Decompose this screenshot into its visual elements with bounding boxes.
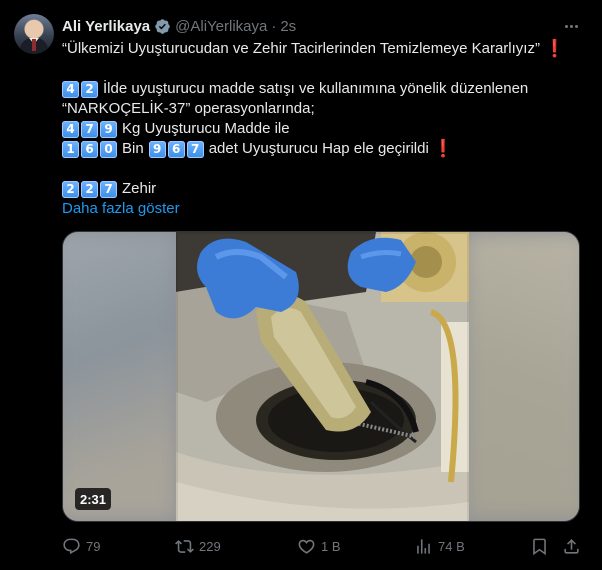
views-count: 74 B bbox=[438, 538, 465, 554]
keycap-digit: 2 bbox=[81, 80, 98, 98]
tweet-line-7: Daha fazla göster bbox=[62, 199, 582, 219]
keycap-digit: 7 bbox=[100, 180, 117, 198]
share-icon bbox=[564, 538, 579, 554]
tweet-text-segment: İlde uyuşturucu madde satışı ve kullanım… bbox=[103, 80, 529, 97]
exclamation-icon: ❗ bbox=[543, 39, 566, 58]
separator-dot: · bbox=[271, 17, 277, 35]
author-handle[interactable]: @AliYerlikaya bbox=[175, 18, 267, 35]
keycap-digit: 4 bbox=[62, 120, 79, 138]
avatar[interactable] bbox=[14, 14, 54, 54]
like-count: 1 B bbox=[321, 538, 341, 554]
tweet-actions: 79 229 1 B 74 B bbox=[62, 534, 582, 558]
keycap-digit: 1 bbox=[62, 140, 79, 158]
tweet-line-4: 4 7 9 Kg Uyuşturucu Madde ile bbox=[62, 119, 582, 139]
tweet-header: Ali Yerlikaya @AliYerlikaya · 2s bbox=[62, 16, 296, 36]
bookmark-button[interactable] bbox=[530, 534, 549, 558]
like-button[interactable]: 1 B bbox=[297, 534, 341, 558]
more-options-icon[interactable] bbox=[560, 16, 582, 36]
keycap-digit: 2 bbox=[81, 180, 98, 198]
views-icon bbox=[417, 538, 430, 554]
keycap-digit: 6 bbox=[81, 140, 98, 158]
tweet-text: “Ülkemizi Uyuşturucudan ve Zehir Tacirle… bbox=[62, 39, 582, 219]
tweet-text-segment: Zehir bbox=[122, 180, 157, 197]
tweet-text-segment: Bin bbox=[122, 140, 144, 157]
keycap-digit: 9 bbox=[100, 120, 117, 138]
keycap-digit: 9 bbox=[148, 140, 166, 158]
show-more-link[interactable]: Daha fazla göster bbox=[62, 199, 180, 219]
exclamation-icon: ❗ bbox=[432, 139, 454, 158]
video-thumbnail bbox=[176, 232, 469, 521]
retweet-button[interactable]: 229 bbox=[175, 534, 221, 558]
heart-icon bbox=[298, 539, 315, 554]
video-frame[interactable] bbox=[176, 232, 469, 521]
tweet-line-2: 4 2 İlde uyuşturucu madde satışı ve kull… bbox=[62, 79, 582, 99]
tweet-card[interactable]: Ali Yerlikaya @AliYerlikaya · 2s “Ülkemi… bbox=[0, 0, 602, 570]
views-button[interactable]: 74 B bbox=[414, 534, 465, 558]
video-blur-right bbox=[464, 232, 579, 521]
tweet-line-6: 2 2 7 Zehir bbox=[62, 179, 582, 199]
tweet-text-segment: adet Uyuşturucu Hap ele geçirildi bbox=[208, 140, 429, 157]
reply-button[interactable]: 79 bbox=[62, 534, 100, 558]
bookmark-icon bbox=[533, 538, 546, 555]
tweet-line-1: “Ülkemizi Uyuşturucudan ve Zehir Tacirle… bbox=[62, 39, 582, 59]
retweet-count: 229 bbox=[199, 538, 221, 554]
keycap-digit: 4 bbox=[62, 80, 79, 98]
keycap-digit: 7 bbox=[186, 140, 204, 158]
tweet-quote-text: “Ülkemizi Uyuşturucudan ve Zehir Tacirle… bbox=[62, 40, 540, 57]
share-button[interactable] bbox=[562, 534, 581, 558]
tweet-line-3: “NARKOÇELİK-37” operasyonlarında; bbox=[62, 99, 582, 119]
tweet-text-segment: Kg Uyuşturucu Madde ile bbox=[122, 120, 290, 137]
keycap-digit: 2 bbox=[62, 180, 79, 198]
keycap-digit: 0 bbox=[100, 140, 117, 158]
retweet-icon bbox=[175, 539, 194, 553]
keycap-digit: 6 bbox=[167, 140, 185, 158]
tweet-line-5: 1 6 0 Bin 9 6 7 adet Uyuşturucu Hap ele … bbox=[62, 139, 582, 159]
video-duration: 2:31 bbox=[75, 488, 112, 510]
video-blur-left bbox=[63, 232, 178, 521]
video-player[interactable]: 2:31 bbox=[62, 231, 580, 522]
reply-count: 79 bbox=[86, 538, 101, 554]
tweet-timestamp[interactable]: 2s bbox=[280, 18, 296, 35]
verified-badge-icon[interactable] bbox=[154, 18, 171, 35]
keycap-digit: 7 bbox=[81, 120, 98, 138]
reply-icon bbox=[63, 538, 80, 554]
avatar-tie bbox=[32, 39, 36, 51]
author-name[interactable]: Ali Yerlikaya bbox=[62, 18, 150, 35]
tweet-text-segment: “NARKOÇELİK-37” operasyonlarında; bbox=[62, 100, 315, 117]
